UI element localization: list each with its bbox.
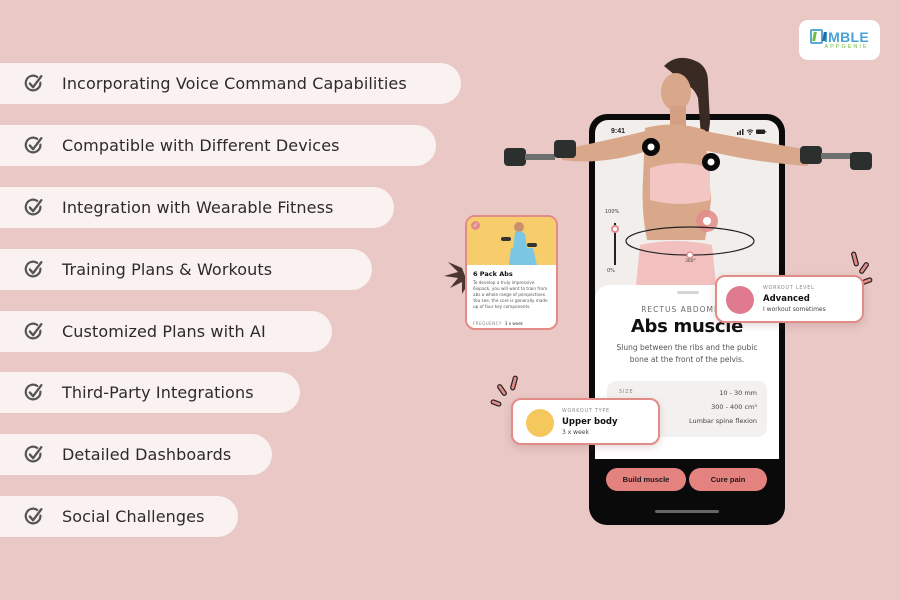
check-circle-icon	[24, 74, 43, 91]
frequency-value: 3 x week	[504, 321, 523, 326]
card-title: Advanced	[763, 294, 810, 304]
frequency-label: FREQUENCY	[473, 321, 502, 326]
feature-item: Third-Party Integrations	[0, 372, 300, 413]
muscle-description: Slung between the ribs and the pubic bon…	[616, 343, 758, 364]
status-time: 9:41	[611, 128, 626, 135]
program-image	[467, 217, 556, 265]
feature-label: Compatible with Different Devices	[62, 136, 340, 155]
feature-label: Third-Party Integrations	[62, 383, 254, 402]
status-icons	[737, 128, 767, 137]
feature-label: Training Plans & Workouts	[62, 260, 273, 279]
check-circle-icon	[24, 322, 43, 339]
feature-label: Social Challenges	[62, 507, 205, 526]
program-card[interactable]: ✓ 6 Pack Abs To develop a truly impressi…	[465, 215, 558, 330]
check-circle-icon	[24, 445, 43, 462]
workout-level-card[interactable]: WORKOUT LEVEL Advanced I workout sometim…	[715, 275, 864, 323]
feature-label: Incorporating Voice Command Capabilities	[62, 74, 407, 93]
feature-item: Integration with Wearable Fitness	[0, 187, 394, 228]
program-description: To develop a truly impressive 6ixpack, y…	[473, 280, 548, 309]
build-muscle-button[interactable]: Build muscle	[606, 468, 686, 491]
logo-wordmark: IMBLE	[823, 28, 870, 45]
logo-tagline: APPGENIE	[824, 44, 869, 50]
rotation-label: 360°	[685, 259, 696, 264]
feature-label: Customized Plans with AI	[62, 322, 266, 341]
stat-value: Lumbar spine flexion	[688, 417, 757, 425]
check-badge-icon: ✓	[471, 221, 480, 230]
left-dumbbell-icon	[504, 140, 576, 166]
feature-item: Detailed Dashboards	[0, 434, 272, 475]
sheet-grabber[interactable]	[677, 291, 699, 294]
check-circle-icon	[24, 383, 43, 400]
feature-label: Integration with Wearable Fitness	[62, 198, 334, 217]
workout-type-avatar	[526, 409, 554, 437]
feature-item: Social Challenges	[0, 496, 238, 537]
cure-pain-button[interactable]: Cure pain	[689, 468, 767, 491]
right-dumbbell-icon	[800, 146, 872, 170]
stat-key-size: SIZE	[619, 389, 634, 395]
workout-level-avatar	[726, 286, 754, 314]
card-subtitle: 3 x week	[562, 429, 589, 436]
logo-mark-icon	[809, 29, 823, 44]
check-circle-icon	[24, 260, 43, 277]
card-eyebrow: WORKOUT TYPE	[562, 409, 610, 414]
card-subtitle: I workout sometimes	[763, 306, 826, 313]
slider-min-label: 0%	[607, 268, 615, 274]
slider-max-label: 100%	[605, 209, 620, 215]
feature-item: Compatible with Different Devices	[0, 125, 436, 166]
card-eyebrow: WORKOUT LEVEL	[763, 286, 815, 291]
feature-item: Training Plans & Workouts	[0, 249, 372, 290]
head	[661, 73, 691, 111]
feature-item: Customized Plans with AI	[0, 311, 332, 352]
feature-label: Detailed Dashboards	[62, 445, 232, 464]
home-indicator	[655, 510, 719, 513]
program-frequency: FREQUENCY 3 x week	[473, 321, 523, 326]
feature-item: Incorporating Voice Command Capabilities	[0, 63, 461, 104]
stat-value: 10 - 30 mm	[719, 389, 757, 397]
intensity-slider-handle[interactable]	[611, 225, 619, 234]
signal-wifi-battery-icon	[737, 129, 767, 135]
check-circle-icon	[24, 136, 43, 153]
card-title: Upper body	[562, 417, 618, 427]
program-title: 6 Pack Abs	[473, 270, 513, 278]
brand-logo: IMBLE APPGENIE	[799, 20, 880, 60]
stat-value: 300 - 400 cm³	[711, 403, 757, 411]
workout-type-card[interactable]: WORKOUT TYPE Upper body 3 x week	[511, 398, 660, 445]
check-circle-icon	[24, 198, 43, 215]
runner-illustration	[501, 222, 537, 265]
check-circle-icon	[24, 507, 43, 524]
